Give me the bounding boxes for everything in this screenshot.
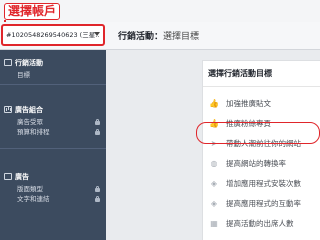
adset-icon xyxy=(4,106,12,113)
highlight-circle xyxy=(196,122,320,144)
sidebar-item-label: 版面類型 xyxy=(17,185,43,193)
sidebar-item-label: 預算和排程 xyxy=(17,128,50,136)
sidebar: 行銷活動 目標 廣告組合 廣告受眾 預算和排程 廣告 版面類型 文字和連結 xyxy=(0,50,106,240)
sidebar-item-budget[interactable]: 預算和排程 xyxy=(0,127,106,137)
sidebar-section-title: 廣告 xyxy=(15,173,29,181)
thumbs-up-icon: 👍 xyxy=(209,99,219,108)
lock-icon xyxy=(95,129,100,135)
sidebar-section-title: 廣告組合 xyxy=(15,106,43,114)
card-divider xyxy=(203,86,320,87)
chevron-down-icon[interactable] xyxy=(94,32,100,36)
sidebar-item-text-links[interactable]: 文字和連結 xyxy=(0,194,106,204)
sidebar-section-adset[interactable]: 廣告組合 廣告受眾 預算和排程 xyxy=(0,103,106,137)
sidebar-divider xyxy=(0,148,106,149)
objective-boost-posts[interactable]: 👍 加強推廣貼文 xyxy=(203,95,320,113)
sidebar-divider xyxy=(0,84,106,85)
folder-icon xyxy=(4,59,12,66)
objective-app-installs[interactable]: ◈ 增加應用程式安裝次數 xyxy=(203,175,320,193)
cube-icon: ◈ xyxy=(210,179,218,188)
sidebar-item-format[interactable]: 版面類型 xyxy=(0,184,106,194)
lock-icon xyxy=(95,196,100,202)
sidebar-item-label: 目標 xyxy=(17,71,30,79)
account-selector[interactable]: #1020548269540623 (三星... xyxy=(6,29,100,42)
cube-icon: ◈ xyxy=(210,199,218,208)
annotation-label: 選擇帳戶 xyxy=(4,3,61,20)
lock-icon xyxy=(95,119,100,125)
card-title: 選擇行銷活動目標 xyxy=(208,69,272,78)
sidebar-item-objective[interactable]: 目標 xyxy=(0,70,106,80)
main-panel: 選擇行銷活動目標 👍 加強推廣貼文 👍 推廣粉絲專頁 ➤ 帶動人潮前往你的網站 … xyxy=(106,50,320,240)
sidebar-section-campaign[interactable]: 行銷活動 目標 xyxy=(0,56,106,80)
breadcrumb-page: 選擇目標 xyxy=(163,32,200,42)
objective-app-engagement[interactable]: ◈ 提高應用程式的互動率 xyxy=(203,195,320,213)
breadcrumb: 行銷活動：選擇目標 xyxy=(118,29,199,42)
objectives-card: 選擇行銷活動目標 👍 加強推廣貼文 👍 推廣粉絲專頁 ➤ 帶動人潮前往你的網站 … xyxy=(202,60,320,240)
calendar-icon: ▦ xyxy=(210,219,218,228)
account-selector-highlight[interactable]: #1020548269540623 (三星... xyxy=(1,24,105,46)
breadcrumb-section: 行銷活動： xyxy=(118,32,164,42)
sidebar-item-label: 文字和連結 xyxy=(17,195,50,203)
ad-icon xyxy=(4,173,12,180)
sidebar-section-title: 行銷活動 xyxy=(15,59,43,67)
sidebar-section-ad[interactable]: 廣告 版面類型 文字和連結 xyxy=(0,170,106,204)
header-bar: #1020548269540623 (三星... 行銷活動：選擇目標 xyxy=(0,22,320,50)
globe-icon: ◍ xyxy=(210,159,218,168)
sidebar-item-audience[interactable]: 廣告受眾 xyxy=(0,117,106,127)
objective-website-conversions[interactable]: ◍ 提高網站的轉換率 xyxy=(203,155,320,173)
objective-event-responses[interactable]: ▦ 提高活動的出席人數 xyxy=(203,215,320,233)
lock-icon xyxy=(95,186,100,192)
sidebar-item-label: 廣告受眾 xyxy=(17,118,43,126)
